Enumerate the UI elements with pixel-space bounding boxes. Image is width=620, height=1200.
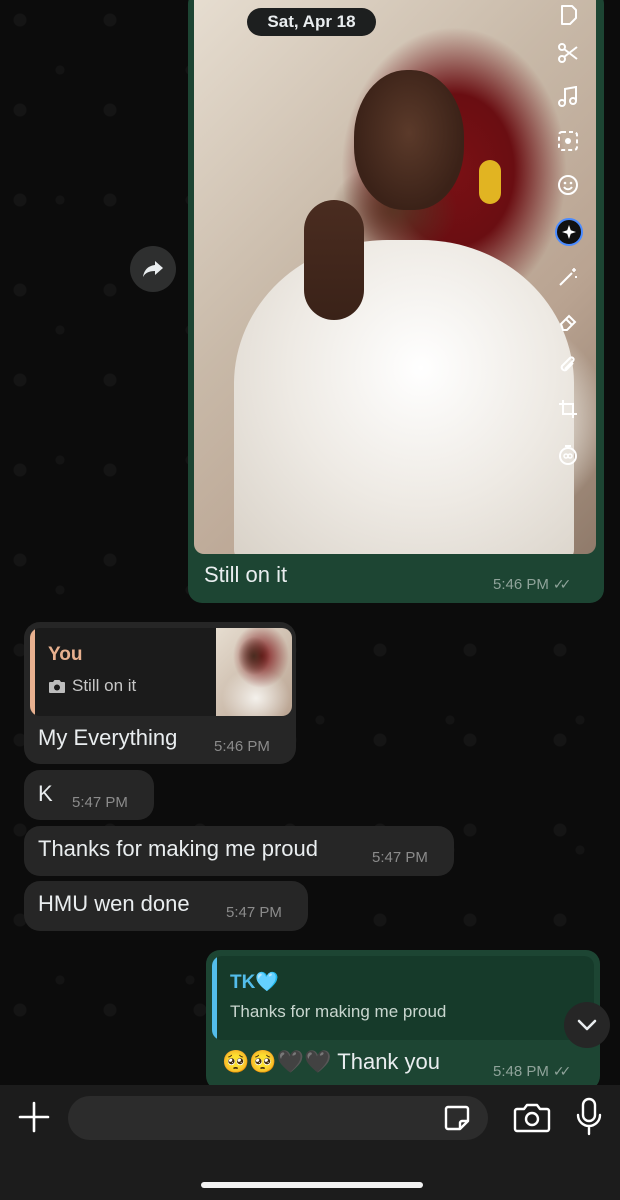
- cutout-icon[interactable]: [553, 126, 583, 156]
- scroll-to-bottom-button[interactable]: [564, 1002, 610, 1048]
- photo-face: [354, 70, 464, 210]
- quote-accent-bar: [30, 628, 35, 716]
- message-time: 5:47 PM: [72, 794, 128, 811]
- forward-icon: [143, 261, 163, 277]
- home-indicator: [201, 1182, 423, 1188]
- message-time: 5:46 PM: [214, 738, 270, 755]
- camera-small-icon: [49, 679, 65, 693]
- read-ticks-icon: ✓✓: [552, 1063, 572, 1079]
- scissors-icon[interactable]: [553, 38, 583, 68]
- quoted-message[interactable]: You Still on it: [30, 628, 292, 716]
- plus-icon: [18, 1101, 50, 1133]
- message-meta: 5:48 PM ✓✓: [493, 1063, 572, 1080]
- image-caption: Still on it: [204, 562, 288, 587]
- quote-preview: Still on it: [48, 676, 136, 696]
- message-input[interactable]: [68, 1096, 488, 1140]
- photo-robe: [234, 240, 574, 554]
- message-time: 5:48 PM: [493, 1063, 549, 1080]
- quote-author: You: [48, 644, 83, 665]
- crop-shape-icon[interactable]: [553, 0, 583, 30]
- read-ticks-icon: ✓✓: [552, 576, 572, 592]
- camera-button[interactable]: [513, 1101, 551, 1135]
- attach-button[interactable]: [16, 1099, 52, 1135]
- shared-photo[interactable]: [194, 0, 596, 554]
- camera-icon: [513, 1103, 551, 1133]
- photo-peace-hand: [304, 200, 364, 320]
- message-meta: 5:46 PM ✓✓: [493, 576, 572, 593]
- message-text: My Everything: [38, 725, 178, 750]
- message-time: 5:46 PM: [493, 576, 549, 593]
- paperclip-icon[interactable]: [553, 350, 583, 380]
- quote-text: Thanks for making me proud: [230, 1002, 447, 1021]
- sticker-icon: [444, 1105, 470, 1131]
- magic-wand-icon[interactable]: [553, 262, 583, 292]
- message-text: K: [38, 781, 53, 806]
- eraser-icon[interactable]: [553, 306, 583, 336]
- crop-icon[interactable]: [553, 394, 583, 424]
- emoji-icon[interactable]: [553, 170, 583, 200]
- quote-thumbnail: [216, 628, 292, 716]
- message-text: 🥺🥺🖤🖤 Thank you: [222, 1049, 441, 1074]
- date-separator: Sat, Apr 18: [247, 8, 376, 36]
- chevron-down-icon: [577, 1019, 597, 1031]
- message-time: 5:47 PM: [372, 849, 428, 866]
- music-icon[interactable]: [553, 82, 583, 112]
- message-text: Thanks for making me proud: [38, 836, 319, 861]
- quote-text: Still on it: [72, 676, 137, 695]
- quote-author: TK🩵: [230, 972, 279, 993]
- chat-background: Sat, Apr 18 Still on it 5:46 PM ✓✓ You S…: [0, 0, 620, 1085]
- quote-accent-bar: [212, 956, 217, 1040]
- microphone-button[interactable]: [574, 1097, 604, 1137]
- quoted-message[interactable]: TK🩵 Thanks for making me proud: [212, 956, 594, 1040]
- ai-sparkle-icon[interactable]: [555, 218, 583, 246]
- timer-icon[interactable]: [553, 440, 583, 470]
- forward-button[interactable]: [130, 246, 176, 292]
- message-text: HMU wen done: [38, 891, 190, 916]
- message-time: 5:47 PM: [226, 904, 282, 921]
- photo-earring: [479, 160, 501, 204]
- sticker-button[interactable]: [442, 1103, 472, 1133]
- microphone-icon: [576, 1097, 602, 1136]
